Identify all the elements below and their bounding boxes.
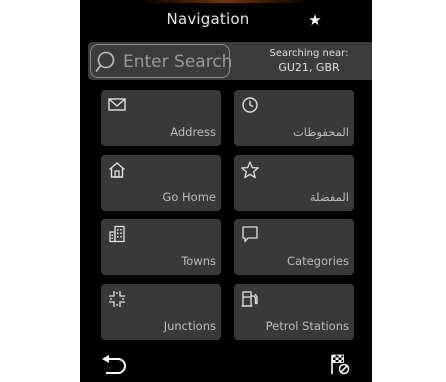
tile-categories[interactable]: Categories [234,219,354,275]
home-icon [109,162,125,178]
tile-label: Categories [287,254,349,268]
clock-icon [242,97,258,113]
navigation-panel: Navigation ★ Searching near: GU21, GBR [80,0,372,382]
searching-near-label: Searching near: [269,48,349,59]
back-button[interactable] [100,354,132,376]
bottom-bar [80,346,372,382]
tile-label: Junctions [163,319,216,333]
tile-favorites[interactable]: المفضلة [234,155,354,211]
favorite-star-button[interactable]: ★ [304,10,326,30]
search-bar: Searching near: GU21, GBR [88,42,372,80]
junction-icon [109,291,125,307]
screen: Navigation ★ Searching near: GU21, GBR [0,0,446,382]
tile-label: المفضلة [309,190,349,204]
search-icon [95,51,115,72]
tile-label: Petrol Stations [265,319,349,333]
tile-label: Go Home [162,190,216,204]
search-field[interactable] [90,44,231,78]
tile-label: المحفوظات [292,125,349,139]
title-bar: Navigation ★ [80,0,372,38]
speech-bubble-icon [242,226,258,243]
searching-near-location[interactable]: GU21, GBR [244,61,372,74]
cancel-route-flag-icon [331,354,350,375]
tile-saved[interactable]: المحفوظات [234,90,354,146]
search-input[interactable] [123,49,231,75]
tile-go-home[interactable]: Go Home [101,155,221,211]
envelope-icon [108,98,126,111]
page-title: Navigation [166,10,250,28]
star-outline-icon [241,161,259,179]
back-arrow-icon [102,355,126,374]
building-icon [109,225,125,243]
tile-towns[interactable]: Towns [101,219,221,275]
tile-address[interactable]: Address [101,90,221,146]
tile-label: Address [170,125,216,139]
tile-petrol-stations[interactable]: Petrol Stations [234,284,354,340]
tile-label: Towns [181,254,216,268]
cancel-route-button[interactable] [328,352,352,378]
tile-junctions[interactable]: Junctions [101,284,221,340]
fuel-pump-icon [241,291,258,307]
star-icon: ★ [308,11,322,29]
